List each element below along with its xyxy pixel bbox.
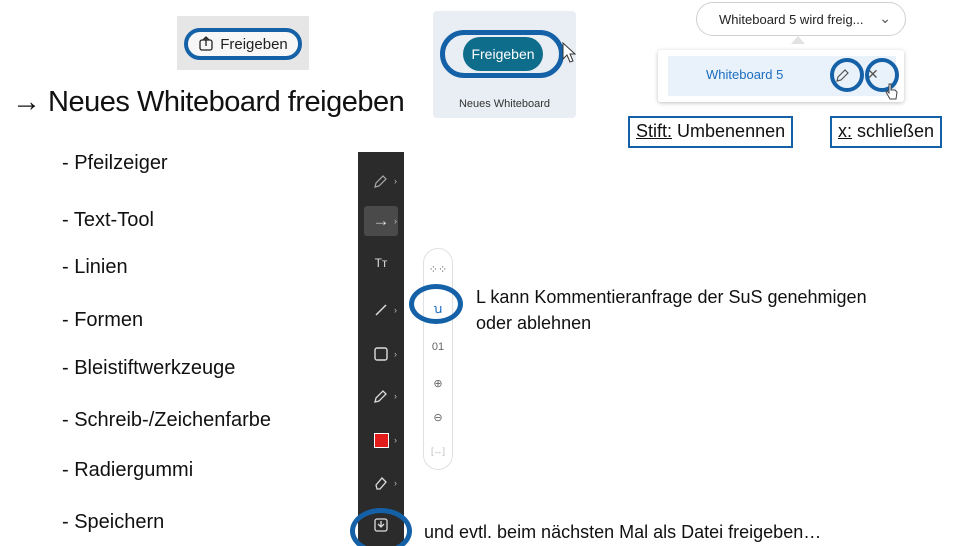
list-item: - Bleistiftwerkzeuge (62, 357, 236, 379)
pencil-arrow-icon (374, 175, 387, 188)
grid-icon[interactable]: ⁘⁘ (424, 263, 452, 276)
eraser-tool[interactable]: › (364, 468, 398, 498)
pencil-highlight-ring (830, 58, 864, 92)
line-tool[interactable]: › (364, 295, 398, 325)
list-item: - Text-Tool (62, 209, 154, 231)
shape-icon (374, 347, 388, 361)
text-tool-icon: Tт (374, 256, 388, 270)
section-heading: → Neues Whiteboard freigeben (12, 86, 405, 118)
whiteboard-share-dropdown[interactable]: Whiteboard 5 wird freig... ⌄ (696, 2, 906, 36)
fit-icon[interactable]: [↔] (424, 446, 452, 456)
dropdown-label: Whiteboard 5 wird freig... (719, 11, 864, 27)
pencil-icon (374, 390, 387, 403)
pencil-tool[interactable]: › (364, 381, 398, 411)
share-button-snippet: Freigeben (177, 16, 309, 70)
comment-palette: ⁘⁘ ꭒ 01 ⊕ ⊖ [↔] (423, 248, 453, 470)
x-key: x: (838, 121, 853, 141)
shape-tool[interactable]: › (364, 339, 398, 369)
share-button-label: Freigeben (220, 35, 288, 53)
close-label: x: schließen (830, 116, 943, 148)
arrow-pointer-tool[interactable]: → › (364, 206, 398, 236)
save-highlight-ring (350, 508, 412, 546)
text-tool[interactable]: Tт (364, 248, 398, 278)
color-swatch-icon (373, 432, 389, 448)
page-counter: 01 (431, 341, 445, 353)
list-item: - Radiergummi (62, 459, 194, 481)
list-item: - Formen (62, 309, 144, 331)
whiteboard-item-label: Whiteboard 5 (706, 67, 784, 82)
share-button[interactable]: Freigeben (184, 28, 302, 60)
color-tool[interactable]: › (364, 425, 398, 455)
save-note: und evtl. beim nächsten Mal als Datei fr… (424, 522, 822, 542)
new-whiteboard-tile: Freigeben Neues Whiteboard (433, 11, 577, 118)
comment-highlight-ring (409, 284, 463, 324)
popover-arrow (791, 36, 805, 44)
x-text: schließen (857, 121, 935, 141)
line-icon (375, 304, 387, 316)
chevron-down-icon: ⌄ (879, 10, 891, 26)
comment-note-line1: L kann Kommentieranfrage der SuS genehmi… (476, 287, 867, 307)
pen-key: Stift: (636, 121, 673, 141)
list-item: - Speichern (62, 511, 165, 533)
list-item: - Pfeilzeiger (62, 152, 168, 174)
pen-text: Umbenennen (677, 121, 786, 141)
pencil-arrow-tool[interactable]: › (364, 166, 398, 196)
zoom-in-icon[interactable]: ⊕ (424, 377, 452, 390)
comment-note-line2: oder ablehnen (476, 313, 592, 333)
list-item: - Linien (62, 256, 128, 278)
new-whiteboard-caption: Neues Whiteboard (458, 98, 551, 110)
arrow-pointer-icon: → (372, 211, 390, 230)
highlight-ring (440, 30, 564, 78)
whiteboard-toolbar: › → › Tт › › › › › (358, 152, 404, 546)
hand-cursor-icon (885, 83, 898, 100)
eraser-icon (375, 477, 387, 490)
pen-rename-label: Stift: Umbenennen (628, 116, 794, 148)
list-item: - Schreib-/Zeichenfarbe (62, 409, 271, 431)
share-upload-icon (199, 36, 213, 51)
mouse-cursor-icon (562, 41, 577, 63)
zoom-out-icon[interactable]: ⊖ (424, 411, 452, 424)
